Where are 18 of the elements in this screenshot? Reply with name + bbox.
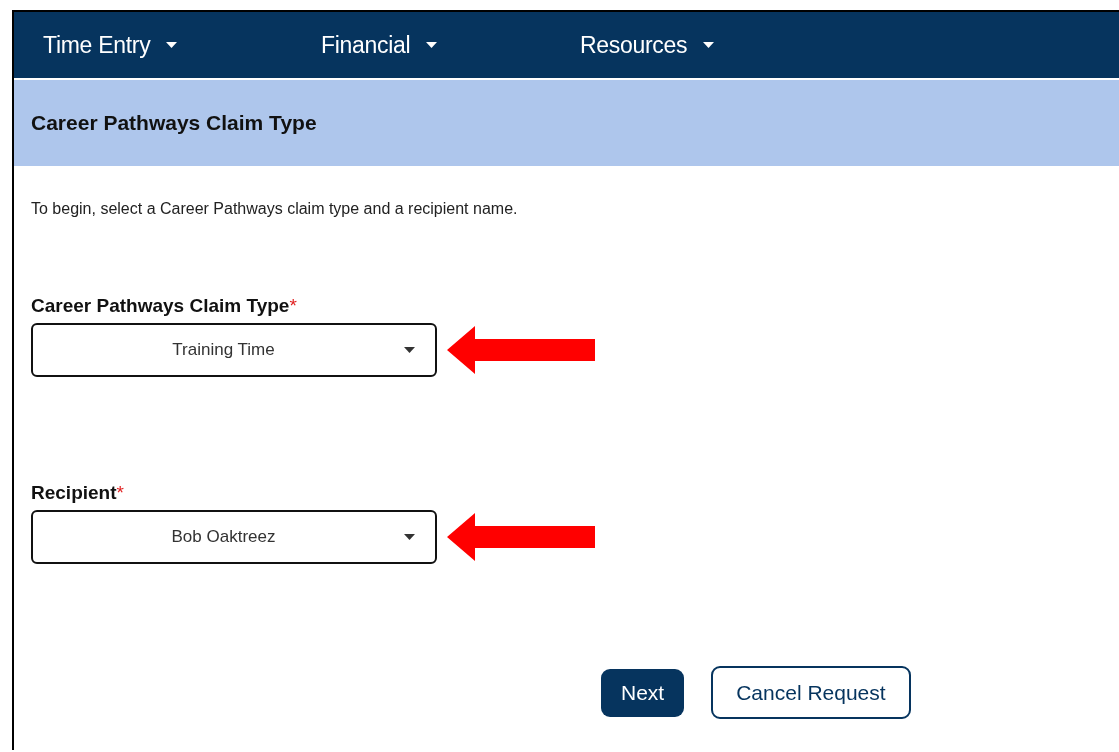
- cancel-button[interactable]: Cancel Request: [711, 666, 911, 719]
- caret-icon: [404, 347, 415, 353]
- field-label: Career Pathways Claim Type*: [31, 295, 298, 317]
- caret-icon: [404, 534, 415, 540]
- required-mark: *: [116, 482, 124, 503]
- caret-icon: [703, 42, 715, 48]
- instruction-text: To begin, select a Career Pathways claim type and a recipient name.: [31, 200, 519, 218]
- next-button[interactable]: Next: [601, 668, 685, 717]
- dropdown[interactable]: Training Time: [31, 323, 437, 377]
- nav-menu[interactable]: Time Entry: [43, 31, 321, 59]
- field-label: Recipient*: [31, 482, 125, 504]
- required-mark: *: [289, 295, 297, 316]
- caret-icon: [426, 42, 438, 48]
- nav-menu[interactable]: Financial: [321, 31, 580, 59]
- caret-icon: [166, 42, 178, 48]
- page-title: Career Pathways Claim Type: [31, 111, 317, 135]
- dropdown[interactable]: Bob Oaktreez: [31, 510, 437, 564]
- nav-menu[interactable]: Resources: [580, 31, 839, 59]
